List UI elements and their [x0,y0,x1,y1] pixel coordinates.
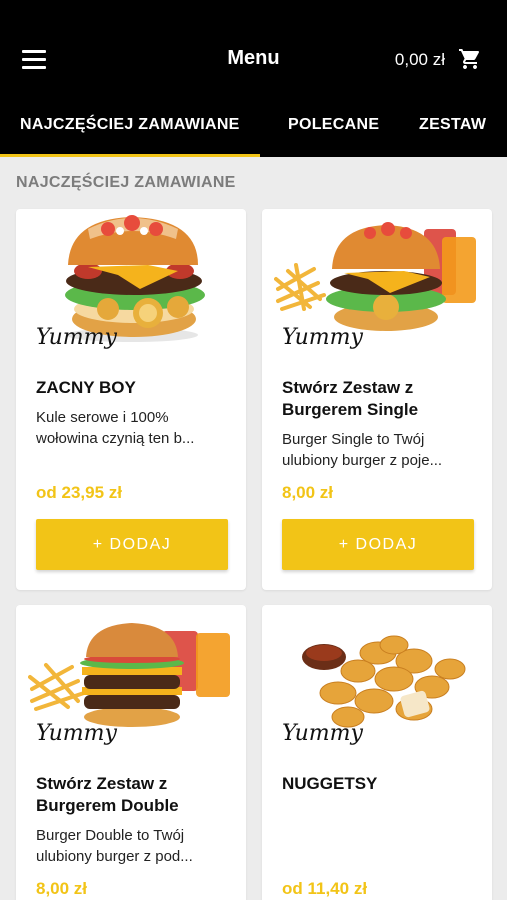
product-card[interactable]: Yummy Stwórz Zestaw z Burgerem Single Bu… [262,209,492,590]
product-description: Burger Double to Twój ulubiony burger z … [36,827,193,865]
product-description: Burger Single to Twój ulubiony burger z … [282,431,443,469]
brand-logo: Yummy [282,325,363,350]
add-button[interactable]: + DODAJ [282,519,474,570]
product-name: Stwórz Zestaw z Burgerem Double [36,774,179,815]
tab-najczesciej-zamawiane[interactable]: NAJCZĘŚCIEJ ZAMAWIANE [0,108,260,157]
product-card[interactable]: Yummy ZACNY BOY Kule serowe i 100% wołow… [16,209,246,590]
product-name: NUGGETSY [282,774,378,793]
top-app-bar: Menu 0,00 zł NAJCZĘŚCIEJ ZAMAWIANE POLEC… [0,0,507,157]
product-name: ZACNY BOY [36,378,136,397]
tab-polecane[interactable]: POLECANE [288,108,379,157]
product-name: Stwórz Zestaw z Burgerem Single [282,378,419,419]
product-price: od 23,95 zł [36,483,122,502]
brand-logo: Yummy [36,721,117,746]
product-price: od 11,40 zł [282,879,368,898]
shopping-cart-icon[interactable] [457,47,483,71]
product-description: Kule serowe i 100% wołowina czynią ten b… [36,409,195,447]
cart-total: 0,00 zł [394,50,445,69]
category-tabs: NAJCZĘŚCIEJ ZAMAWIANE POLECANE ZESTAW [0,108,507,157]
product-card[interactable]: Yummy Stwórz Zestaw z Burgerem Double Bu… [16,605,246,900]
product-card[interactable]: Yummy NUGGETSY od 11,40 zł [262,605,492,900]
tab-zestaw[interactable]: ZESTAW [419,108,486,157]
add-button[interactable]: + DODAJ [36,519,228,570]
product-price: 8,00 zł [36,879,88,898]
brand-logo: Yummy [36,325,117,350]
product-price: 8,00 zł [282,483,334,502]
section-title: NAJCZĘŚCIEJ ZAMAWIANE [16,174,236,191]
brand-logo: Yummy [282,721,363,746]
